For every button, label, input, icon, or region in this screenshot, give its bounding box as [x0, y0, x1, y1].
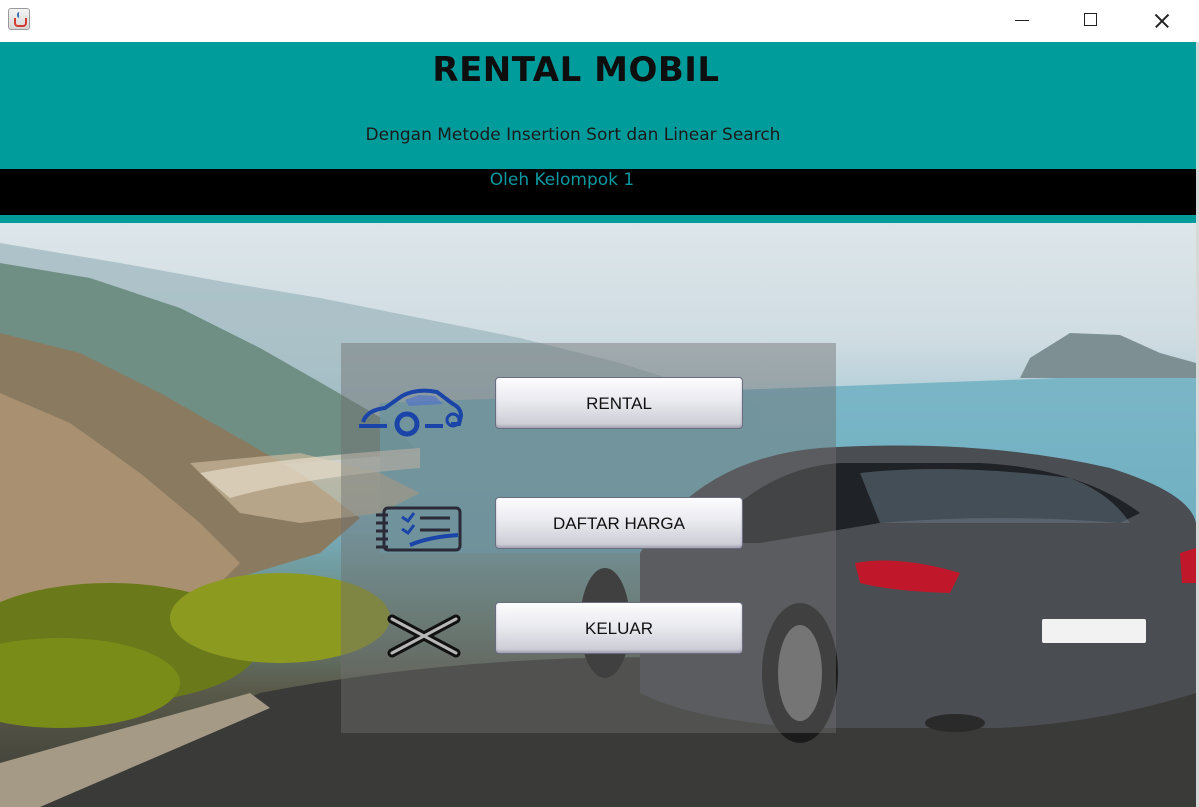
daftar-harga-button[interactable]: DAFTAR HARGA — [495, 497, 743, 549]
price-list-icon — [374, 505, 464, 557]
minimize-button[interactable] — [999, 0, 1045, 42]
maximize-icon — [1084, 13, 1097, 26]
close-button[interactable] — [1138, 0, 1184, 42]
header-divider — [0, 215, 1196, 223]
minimize-icon — [1015, 20, 1029, 21]
keluar-button[interactable]: KELUAR — [495, 602, 743, 654]
exit-x-icon — [386, 613, 462, 663]
car-icon — [357, 382, 467, 441]
window-title-bar — [0, 0, 1199, 42]
rental-button[interactable]: RENTAL — [495, 377, 743, 429]
maximize-button[interactable] — [1068, 0, 1114, 42]
group-label: Oleh Kelompok 1 — [489, 170, 635, 190]
page-subtitle: Dengan Metode Insertion Sort dan Linear … — [365, 125, 781, 145]
java-cup-icon[interactable] — [8, 8, 30, 30]
page-title: RENTAL MOBIL — [432, 50, 720, 90]
